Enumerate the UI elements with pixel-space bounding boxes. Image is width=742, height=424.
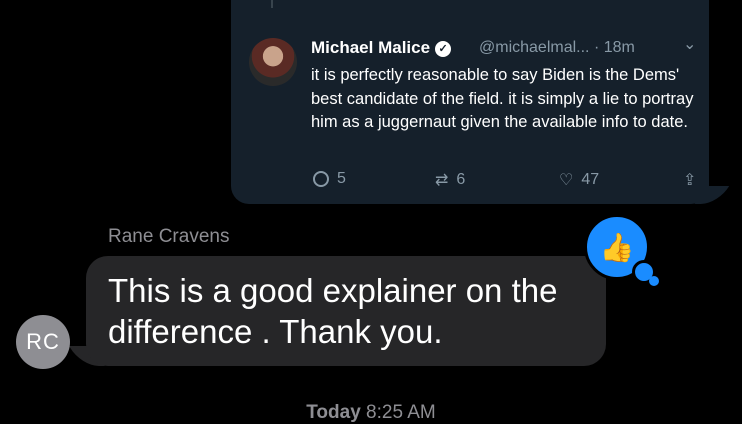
tweet-author-avatar[interactable] [249,38,297,86]
prev-reply-count: 4 [313,0,322,2]
verified-icon: ✓ [435,41,452,57]
author-name-text: Michael Malice [311,38,431,57]
prev-like-count: 91 [559,0,577,2]
like-icon: ♡ [559,172,574,189]
thread-line [271,0,273,8]
reply-icon [313,171,329,187]
sender-avatar[interactable]: RC [16,315,70,369]
tweet-card[interactable]: 4 18 91 Michael Malice✓ @michaelmal... ·… [231,0,709,204]
tweet-actions: 5 ⇄ 6 ♡ 47 ⇪ [311,170,701,194]
chevron-down-icon[interactable]: ⌄ [683,34,696,54]
retweet-action[interactable]: ⇄ 6 [435,170,465,190]
reply-action[interactable]: 5 [313,170,346,188]
like-action[interactable]: ♡ 47 [559,170,599,190]
tweet-meta: @michaelmal... · 18m [479,39,635,57]
share-action[interactable]: ⇪ [683,170,696,190]
tweet-age: · 18m [593,39,635,56]
thumbs-up-icon: 👍 [599,231,635,263]
retweet-count: 6 [456,171,466,188]
message-bubble[interactable]: This is a good explainer on the differen… [86,256,606,366]
message-sender-name: Rane Cravens [108,226,230,247]
retweet-icon: ⇄ [435,172,449,189]
tweet-author-name[interactable]: Michael Malice ✓ [311,38,452,58]
prev-retweet-count: 18 [435,0,453,2]
tweet-text: it is perfectly reasonable to say Biden … [311,66,694,131]
timestamp-day: Today [306,402,361,423]
previous-tweet-actions: 4 18 91 [311,0,701,8]
message-timestamp: Today 8:25 AM [0,402,742,424]
reply-count: 5 [337,170,346,187]
timestamp-time: 8:25 AM [366,402,436,423]
share-icon: ⇪ [683,172,697,189]
like-count: 47 [581,171,600,188]
tweet-handle: @michaelmal... [479,39,590,56]
tapback-dot-small [649,276,659,286]
